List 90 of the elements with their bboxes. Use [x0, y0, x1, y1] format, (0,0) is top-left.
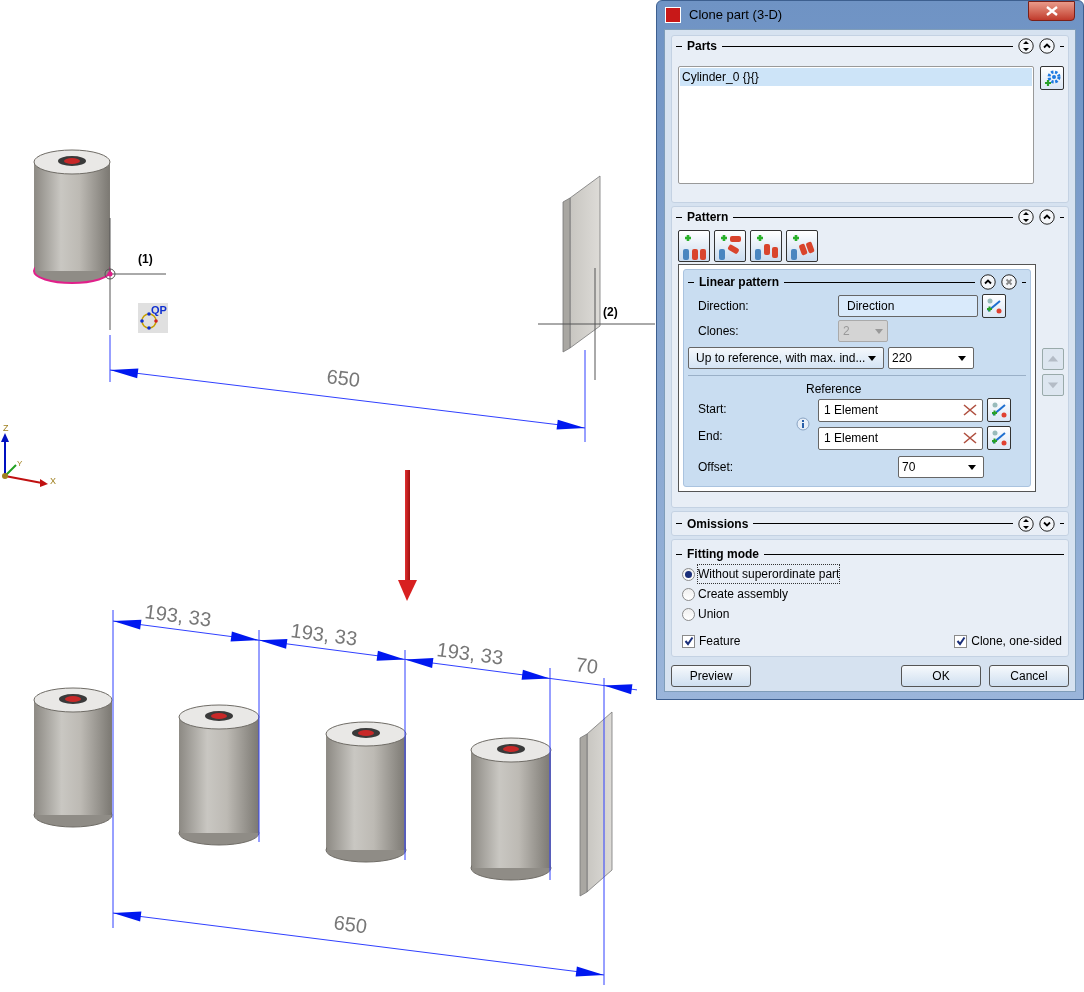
dimension-text: 650 — [325, 365, 362, 392]
axis-label: X — [50, 476, 56, 486]
field-label: End: — [697, 428, 724, 445]
pick-reference-button[interactable] — [987, 398, 1011, 422]
pick-icon — [990, 429, 1008, 447]
axis-label: Z — [3, 423, 9, 433]
offset-combo[interactable]: 70 — [898, 456, 984, 478]
pattern-type-button[interactable] — [678, 230, 710, 262]
radio-button[interactable] — [682, 567, 695, 581]
collapse-icon[interactable] — [1039, 38, 1055, 54]
section-title: Fitting mode — [687, 546, 759, 563]
axis-label: Y — [17, 459, 23, 468]
expand-all-icon[interactable] — [1018, 515, 1034, 532]
radio-label[interactable]: Without superordinate part — [698, 565, 840, 583]
radio-button[interactable] — [682, 607, 695, 621]
field-label: Direction: — [697, 298, 750, 315]
reference-field[interactable]: 1 Element — [818, 426, 983, 450]
caret-icon — [868, 355, 876, 361]
cylinders-icon — [716, 232, 744, 260]
reference-field[interactable]: 1 Element — [818, 398, 983, 422]
pattern-type-button[interactable] — [786, 230, 818, 262]
pick-icon — [985, 297, 1003, 315]
clear-icon[interactable] — [963, 432, 977, 444]
radio-button[interactable] — [682, 587, 695, 601]
dimension-text: 70 — [574, 653, 600, 678]
cylinders-icon — [680, 232, 708, 260]
parts-list[interactable]: Cylinder_0 {}{} — [678, 66, 1034, 184]
close-icon — [1045, 6, 1058, 16]
dropdown-value: 2 — [843, 323, 850, 340]
checkbox[interactable] — [682, 634, 695, 648]
dimension-text: 650 — [332, 911, 369, 938]
dimension-text: 193, 33 — [435, 638, 505, 669]
axis-triad-drawing — [1, 433, 48, 487]
down-triangle-icon — [1046, 379, 1060, 391]
expand-all-icon[interactable] — [1018, 209, 1034, 225]
pick-direction-button[interactable] — [982, 294, 1006, 318]
clear-icon[interactable] — [963, 404, 977, 416]
dialog-button[interactable]: Preview — [671, 665, 751, 687]
checkbox-label[interactable]: Clone, one-sided — [971, 632, 1062, 650]
section-title: Parts — [687, 38, 718, 55]
quickpoint-badge: QP — [138, 303, 168, 333]
section-title: Pattern — [687, 209, 729, 226]
section-title: Linear pattern — [699, 274, 779, 291]
field-label: Offset: — [697, 459, 735, 476]
point-marker-label: (2) — [603, 305, 618, 319]
dialog-button[interactable]: OK — [901, 665, 981, 687]
extension-line — [109, 334, 111, 383]
cylinders-icon — [788, 232, 816, 260]
add-settings-button[interactable] — [1040, 66, 1064, 90]
reference-heading: Reference — [805, 381, 863, 396]
caret-icon — [875, 328, 883, 334]
window-title: Clone part (3-D) — [689, 6, 783, 25]
max-distance-combo[interactable]: 220 — [888, 347, 974, 369]
dimension-text: 193, 33 — [289, 619, 359, 650]
point-marker-label: (1) — [138, 252, 153, 266]
dimension-text: 193, 33 — [143, 600, 213, 631]
radio-label[interactable]: Union — [698, 605, 730, 623]
field-value: 1 Element — [824, 430, 879, 447]
field-label: Clones: — [697, 323, 740, 340]
radio-label[interactable]: Create assembly — [698, 585, 789, 603]
list-item[interactable]: Cylinder_0 {}{} — [680, 68, 1032, 86]
pattern-type-button[interactable] — [750, 230, 782, 262]
expand-all-icon[interactable] — [1018, 38, 1034, 54]
collapse-icon[interactable] — [980, 274, 996, 290]
dropdown-value: 70 — [902, 459, 916, 476]
snap-point-icon — [104, 268, 116, 280]
collapse-icon[interactable] — [1039, 209, 1055, 225]
app-logo-icon — [665, 7, 681, 23]
close-icon[interactable] — [1001, 274, 1017, 290]
direction-field[interactable]: Direction — [838, 295, 978, 317]
cylinders-icon — [752, 232, 780, 260]
close-button[interactable] — [1028, 1, 1075, 21]
dropdown-value: 220 — [892, 350, 913, 367]
checkbox-label[interactable]: Feature — [699, 632, 741, 650]
mode-dropdown[interactable]: Up to reference, with max. ind... — [688, 347, 884, 369]
checkbox[interactable] — [954, 634, 968, 648]
field-label: Start: — [697, 401, 728, 418]
pattern-type-button[interactable] — [714, 230, 746, 262]
info-icon — [796, 417, 810, 431]
pick-icon — [990, 401, 1008, 419]
pick-reference-button[interactable] — [987, 426, 1011, 450]
expand-icon[interactable] — [1039, 515, 1055, 532]
section-title: Omissions — [687, 515, 749, 533]
caret-icon — [968, 464, 976, 470]
up-triangle-icon — [1046, 353, 1060, 365]
dropdown-value: Up to reference, with max. ind... — [696, 350, 866, 367]
field-value: 1 Element — [824, 402, 879, 419]
dialog-button[interactable]: Cancel — [989, 665, 1069, 687]
caret-icon — [958, 355, 966, 361]
gear-plus-icon — [1043, 69, 1061, 87]
